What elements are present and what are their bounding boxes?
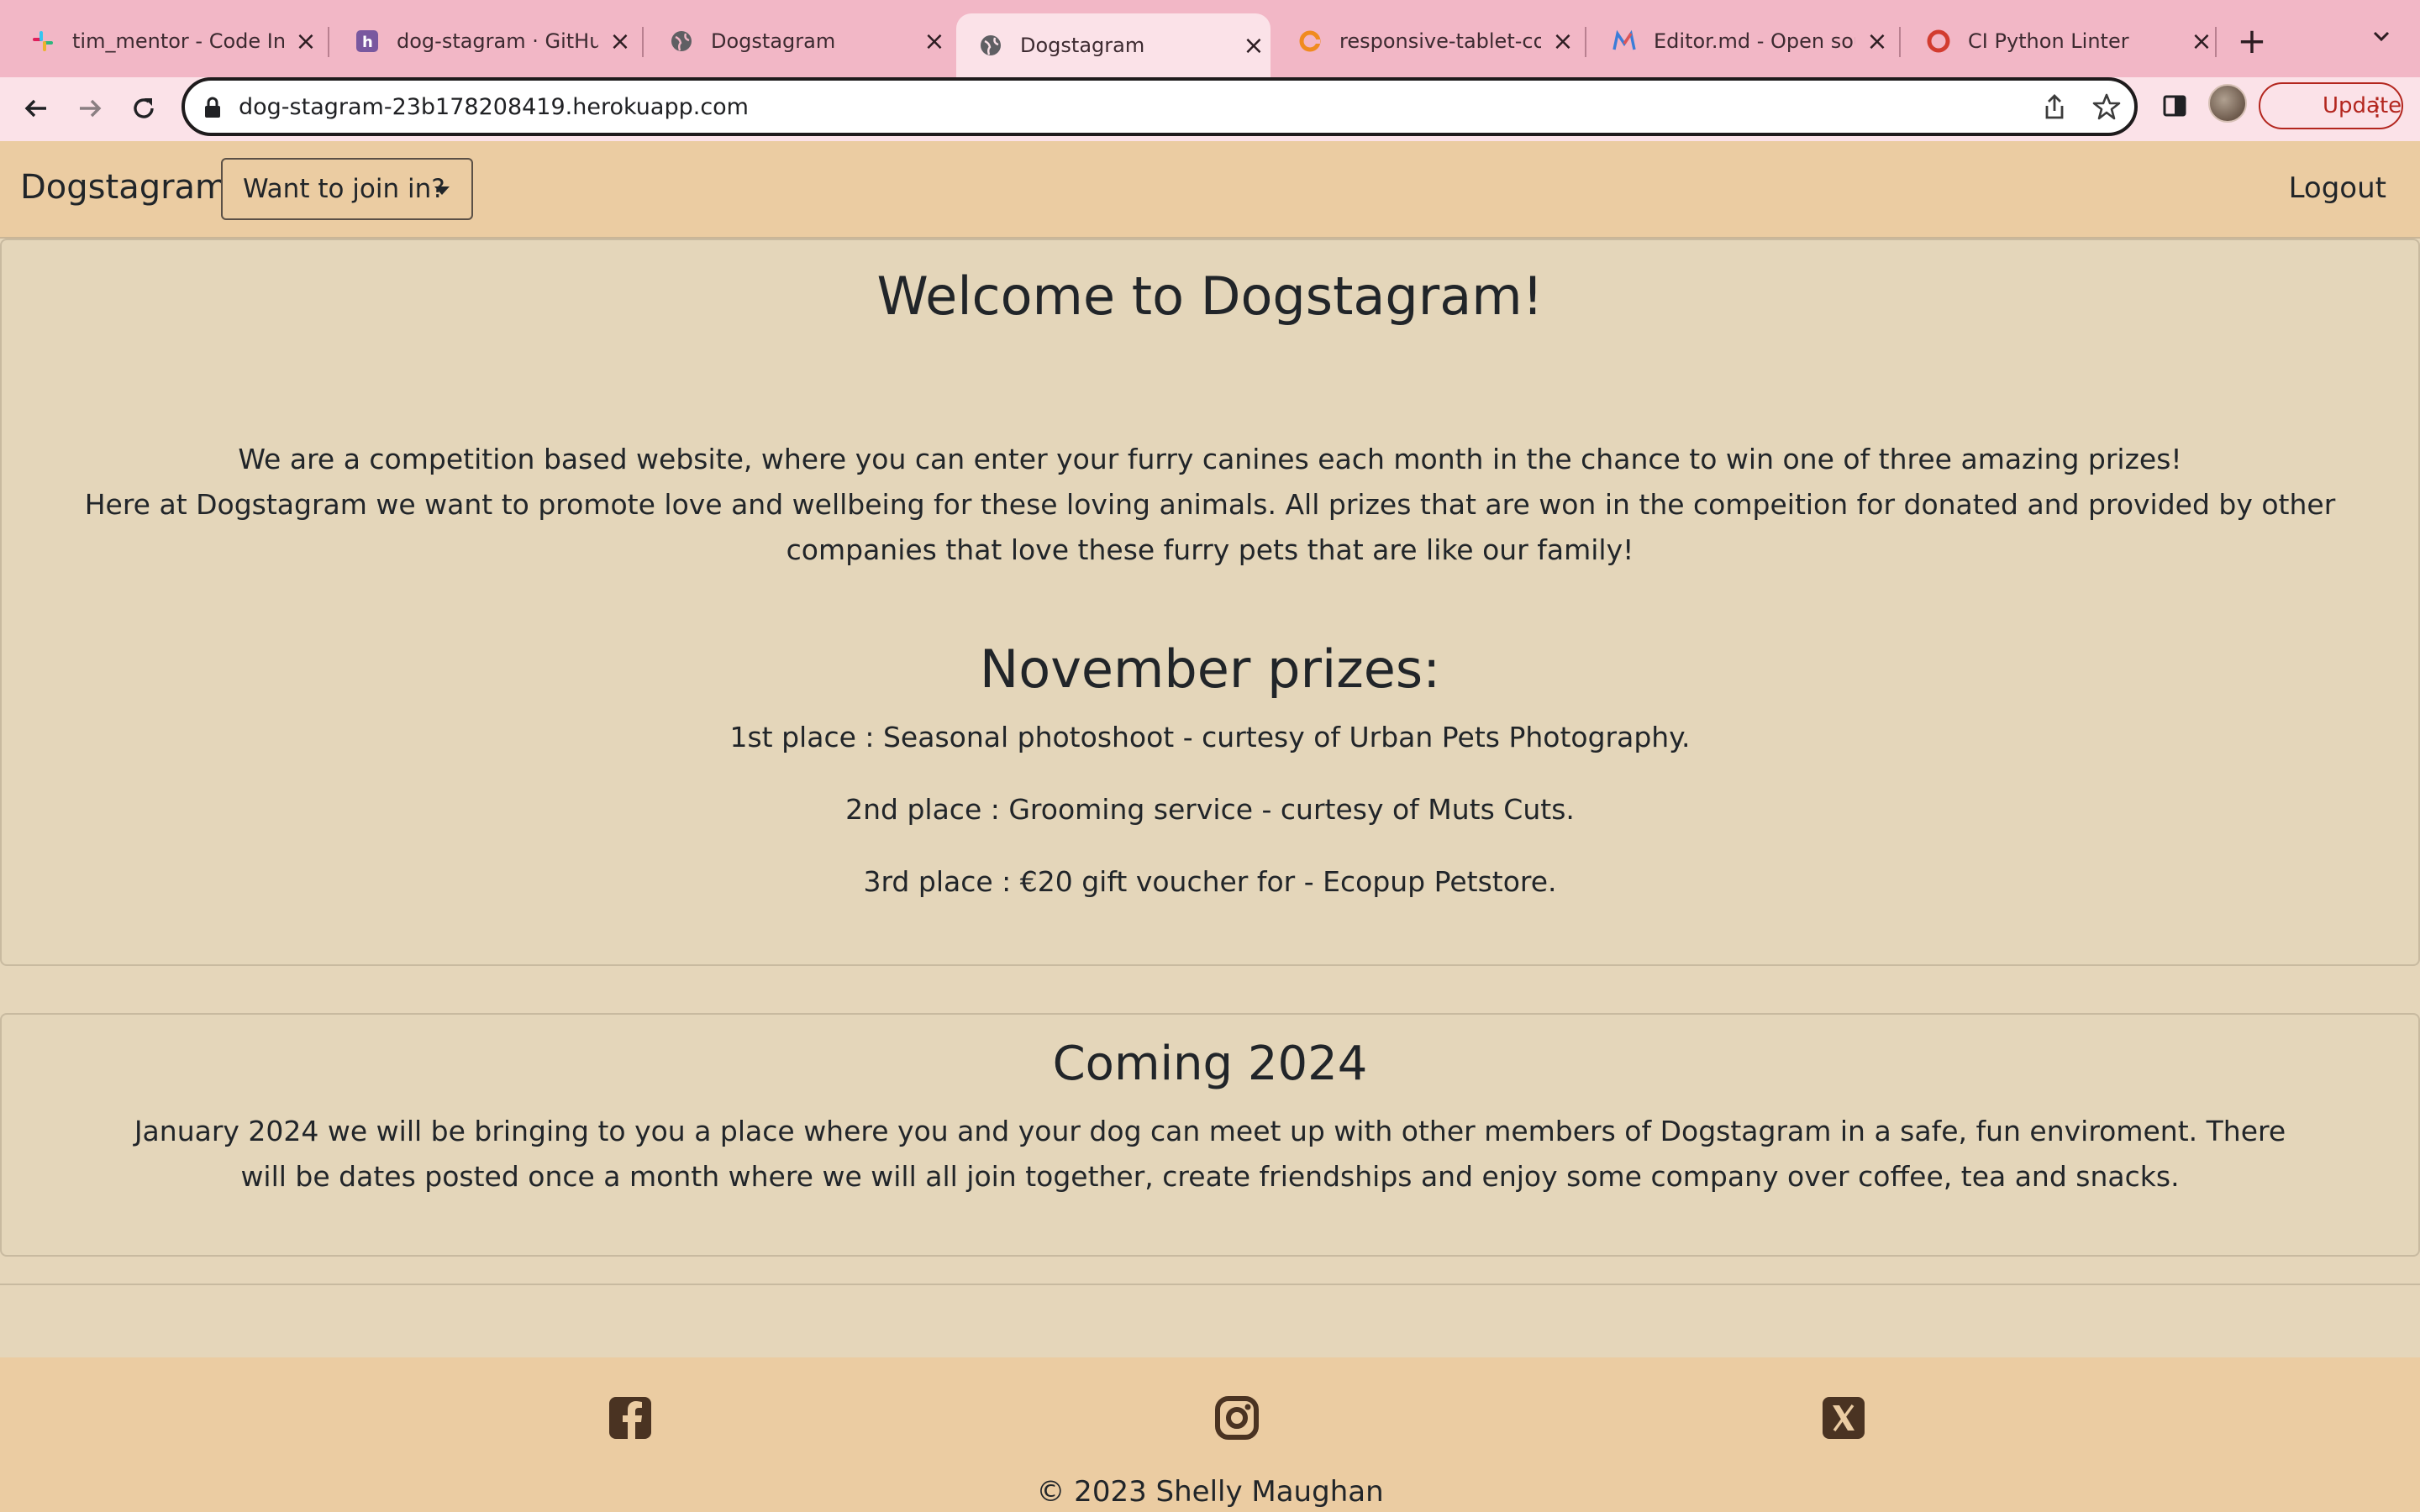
share-icon[interactable]: [2042, 92, 2067, 124]
prize-second: 2nd place : Grooming service - curtesy o…: [845, 793, 1575, 826]
globe-icon: [978, 33, 1003, 58]
facebook-icon[interactable]: [607, 1394, 654, 1441]
forward-arrow-icon[interactable]: [71, 89, 109, 128]
prize-first: 1st place : Seasonal photoshoot - curtes…: [729, 721, 1691, 753]
site-navbar: Dogstagram Want to join in? Logout: [0, 141, 2420, 239]
coming-soon-card: Coming 2024 January 2024 we will be brin…: [0, 1013, 2420, 1257]
more-vert-icon[interactable]: ⋮: [2365, 92, 2390, 122]
reload-icon[interactable]: [124, 89, 163, 128]
tab-title: Editor.md - Open sou: [1654, 29, 1855, 53]
welcome-card: Welcome to Dogstagram! We are a competit…: [0, 239, 2420, 966]
logout-link[interactable]: Logout: [2289, 171, 2386, 205]
browser-tab-2[interactable]: h dog-stagram · GitHub ×: [333, 13, 637, 69]
close-icon[interactable]: ×: [1237, 31, 1270, 60]
profile-avatar[interactable]: [2208, 84, 2247, 123]
heroku-icon: h: [355, 29, 380, 54]
tab-search-chevron-icon[interactable]: [2365, 22, 2398, 59]
join-dropdown-label: Want to join in?: [243, 174, 445, 204]
browser-tab-4-active[interactable]: Dogstagram ×: [956, 13, 1270, 77]
tab-title: Dogstagram: [711, 29, 836, 53]
coming-text: January 2024 we will be bringing to you …: [134, 1115, 2286, 1193]
new-tab-icon[interactable]: +: [2235, 20, 2269, 62]
divider: [0, 1284, 2420, 1285]
close-icon[interactable]: ×: [1546, 27, 1580, 56]
tab-title: CI Python Linter: [1968, 29, 2129, 53]
coming-heading: Coming 2024: [1052, 1037, 1368, 1091]
browser-tab-3[interactable]: Dogstagram ×: [647, 13, 951, 69]
caret-down-icon: [434, 186, 450, 195]
address-bar[interactable]: dog-stagram-23b178208419.herokuapp.com: [182, 77, 2138, 136]
browser-tab-6[interactable]: Editor.md - Open sou ×: [1590, 13, 1894, 69]
welcome-intro-text: We are a competition based website, wher…: [238, 443, 2182, 475]
welcome-mission-text: Here at Dogstagram we want to promote lo…: [84, 488, 2336, 566]
prizes-heading: November prizes:: [979, 638, 1441, 700]
browser-tab-5[interactable]: responsive-tablet-co ×: [1276, 13, 1580, 69]
site-brand-link[interactable]: Dogstagram: [20, 168, 228, 207]
welcome-heading: Welcome to Dogstagram!: [876, 265, 1544, 327]
url-text[interactable]: dog-stagram-23b178208419.herokuapp.com: [239, 94, 749, 120]
instagram-icon[interactable]: [1213, 1394, 1260, 1441]
ci-ring-icon: [1926, 29, 1951, 54]
browser-tab-7[interactable]: CI Python Linter ×: [1904, 13, 2218, 69]
prize-third: 3rd place : €20 gift voucher for - Ecopu…: [863, 865, 1557, 898]
slack-icon: [30, 29, 55, 54]
close-icon[interactable]: ×: [603, 27, 637, 56]
close-icon[interactable]: ×: [918, 27, 951, 56]
update-button[interactable]: Update ⋮: [2259, 82, 2403, 129]
svg-text:h: h: [362, 34, 373, 51]
bookmark-star-icon[interactable]: [2092, 92, 2121, 124]
copyright-text: © 2023 Shelly Maughan: [1036, 1475, 1384, 1509]
globe-icon: [669, 29, 694, 54]
close-icon[interactable]: ×: [1860, 27, 1894, 56]
web-page: Dogstagram Want to join in? Logout Welco…: [0, 141, 2420, 1512]
tab-title: dog-stagram · GitHub: [397, 29, 598, 53]
browser-tab-strip: tim_mentor - Code In × h dog-stagram · G…: [0, 0, 2420, 77]
editor-m-icon: [1612, 29, 1637, 54]
side-panel-icon[interactable]: [2156, 87, 2193, 124]
update-label: Update: [2323, 93, 2402, 118]
tab-title: responsive-tablet-co: [1339, 29, 1541, 53]
tab-title: tim_mentor - Code In: [72, 29, 284, 53]
close-icon[interactable]: ×: [289, 27, 323, 56]
tab-title: Dogstagram: [1020, 34, 1145, 57]
browser-tab-1[interactable]: tim_mentor - Code In ×: [8, 13, 323, 69]
join-dropdown-button[interactable]: Want to join in?: [221, 158, 473, 220]
site-footer: © 2023 Shelly Maughan: [0, 1357, 2420, 1512]
x-icon[interactable]: [1820, 1394, 1867, 1441]
back-arrow-icon[interactable]: [17, 89, 55, 128]
close-icon[interactable]: ×: [2185, 27, 2218, 56]
reload-ring-icon: [1297, 29, 1323, 54]
lock-icon[interactable]: [203, 96, 222, 123]
